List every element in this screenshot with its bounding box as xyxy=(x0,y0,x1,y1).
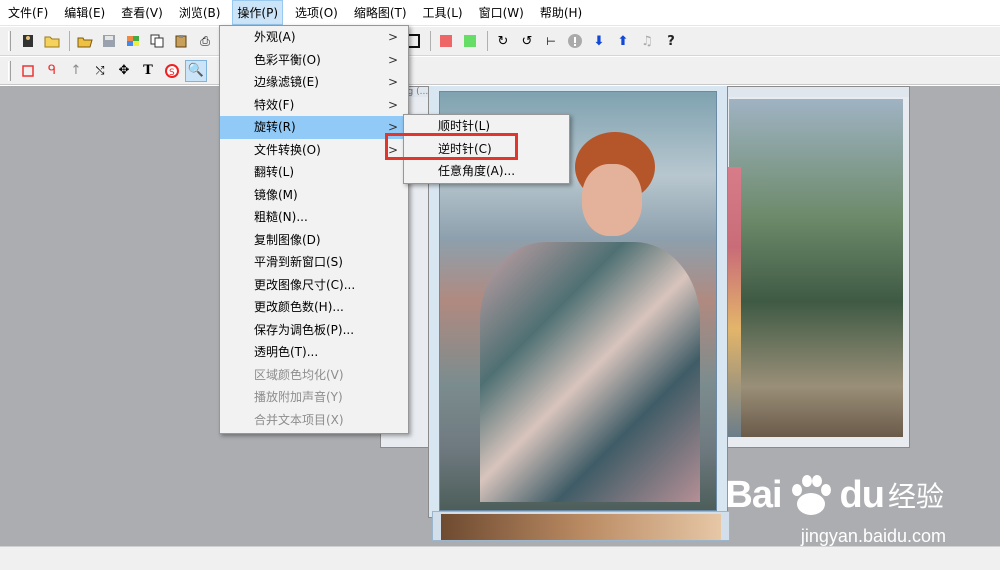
tools-toolbar: ᑫ ↑ ⤭ ✥ T S 🔍 xyxy=(0,57,1000,85)
text-tool-icon[interactable]: T xyxy=(137,60,159,82)
menu-item-flip[interactable]: 翻转(L) xyxy=(220,161,408,184)
red-color-icon[interactable] xyxy=(435,30,457,52)
open-folder-icon[interactable] xyxy=(41,30,63,52)
rectangle-select-icon[interactable] xyxy=(17,60,39,82)
green-color-icon[interactable] xyxy=(459,30,481,52)
menu-file[interactable]: 文件(F) xyxy=(4,1,52,24)
toolbar-grip[interactable] xyxy=(8,60,11,81)
thumbnail-image[interactable] xyxy=(441,514,721,540)
toolbar-grip[interactable] xyxy=(8,31,11,51)
menu-thumbnails[interactable]: 缩略图(T) xyxy=(350,1,411,24)
menu-item-color-balance[interactable]: 色彩平衡(O) > xyxy=(220,49,408,72)
menu-item-smooth-new-window[interactable]: 平滑到新窗口(S) xyxy=(220,251,408,274)
menu-tools[interactable]: 工具(L) xyxy=(419,1,467,24)
move-icon[interactable]: ✥ xyxy=(113,60,135,82)
open-file-icon[interactable] xyxy=(74,30,96,52)
paw-icon xyxy=(791,475,831,515)
arrow-tool-icon[interactable]: ↑ xyxy=(65,60,87,82)
menu-item-rotate[interactable]: 旋转(R) > xyxy=(220,116,408,139)
menu-item-mirror[interactable]: 镜像(M) xyxy=(220,184,408,207)
shirt-shape xyxy=(480,242,700,502)
menu-item-region-equalize: 区域颜色均化(V) xyxy=(254,367,344,382)
menu-item-arbitrary-angle[interactable]: 任意角度(A)... xyxy=(404,160,569,183)
lasso-icon[interactable]: ᑫ xyxy=(41,60,63,82)
rotate-clockwise-icon[interactable]: ↻ xyxy=(492,30,514,52)
menu-options[interactable]: 选项(O) xyxy=(291,1,342,24)
operate-menu: 外观(A) > 色彩平衡(O) > 边缘滤镜(E) > 特效(F) > 旋转(R) > 文… xyxy=(219,25,409,434)
watermark-brand-suffix: du xyxy=(839,473,885,516)
menu-view[interactable]: 查看(V) xyxy=(117,1,167,24)
copy-icon[interactable] xyxy=(146,30,168,52)
highlight-box xyxy=(385,133,518,160)
arrow-up-icon[interactable]: ⬆ xyxy=(612,30,634,52)
toolbar-separator xyxy=(69,31,70,51)
thumbnail-strip[interactable] xyxy=(432,511,730,541)
chevron-right-icon: > xyxy=(387,75,398,89)
main-toolbar: ⎙ ↻ ↺ ⊢ ⬇ ⬆ ♫ ? xyxy=(0,27,1000,56)
menu-item-save-palette[interactable]: 保存为调色板(P)... xyxy=(220,319,408,342)
watermark-brand: Bai xyxy=(725,473,782,516)
paste-icon[interactable] xyxy=(170,30,192,52)
menu-item-appearance[interactable]: 外观(A) > xyxy=(220,26,408,49)
menu-item-file-convert[interactable]: 文件转换(O) > xyxy=(220,139,408,162)
watermark-url: jingyan.baidu.com xyxy=(800,526,946,546)
toolbar-separator xyxy=(487,31,488,51)
red-eye-icon[interactable]: S xyxy=(161,60,183,82)
menu-operate[interactable]: 操作(P) xyxy=(232,0,284,25)
menu-help[interactable]: 帮助(H) xyxy=(536,1,586,24)
menu-item-effects[interactable]: 特效(F) > xyxy=(220,94,408,117)
palette-icon[interactable] xyxy=(122,30,144,52)
watermark-jingyan: 经验 xyxy=(887,480,944,513)
toolbar-separator xyxy=(430,31,431,51)
face-shape xyxy=(582,164,642,236)
save-icon[interactable] xyxy=(98,30,120,52)
baidu-watermark: Bai du 经验 xyxy=(725,472,944,518)
arrow-down-icon[interactable]: ⬇ xyxy=(588,30,610,52)
svg-text:S: S xyxy=(169,68,175,78)
menu-browse[interactable]: 浏览(B) xyxy=(175,1,225,24)
crop-icon[interactable]: ⊢ xyxy=(540,30,562,52)
print-icon[interactable]: ⎙ xyxy=(194,30,216,52)
chevron-right-icon: > xyxy=(387,30,398,44)
help-icon[interactable]: ? xyxy=(660,30,682,52)
menu-bar: 文件(F) 编辑(E) 查看(V) 浏览(B) 操作(P) 选项(O) 缩略图(… xyxy=(0,0,1000,26)
status-bar xyxy=(0,546,1000,570)
zoom-icon[interactable]: 🔍 xyxy=(185,59,207,82)
info-icon[interactable] xyxy=(564,30,586,52)
plant-photo xyxy=(729,99,903,437)
menu-item-change-colors[interactable]: 更改颜色数(H)... xyxy=(220,296,408,319)
menu-item-transparent-color[interactable]: 透明色(T)... xyxy=(220,341,408,364)
menu-item-play-sound: 播放附加声音(Y) xyxy=(254,390,343,404)
chevron-right-icon: > xyxy=(387,52,398,67)
music-icon[interactable]: ♫ xyxy=(636,30,658,52)
menu-item-merge-text: 合并文本项目(X) xyxy=(254,412,344,427)
menu-edit[interactable]: 编辑(E) xyxy=(60,1,109,24)
menu-item-copy-image[interactable]: 复制图像(D) xyxy=(220,229,408,252)
chevron-right-icon: > xyxy=(387,97,398,112)
straighten-icon[interactable]: ⤭ xyxy=(89,60,111,82)
cameraman-icon[interactable] xyxy=(17,30,39,52)
rotate-counterclockwise-icon[interactable]: ↺ xyxy=(516,30,538,52)
menu-item-roughen[interactable]: 粗糙(N)... xyxy=(220,206,408,229)
menu-item-resize-image[interactable]: 更改图像尺寸(C)... xyxy=(220,274,408,297)
menu-window[interactable]: 窗口(W) xyxy=(475,1,528,24)
menu-item-edge-filter[interactable]: 边缘滤镜(E) > xyxy=(220,71,408,94)
